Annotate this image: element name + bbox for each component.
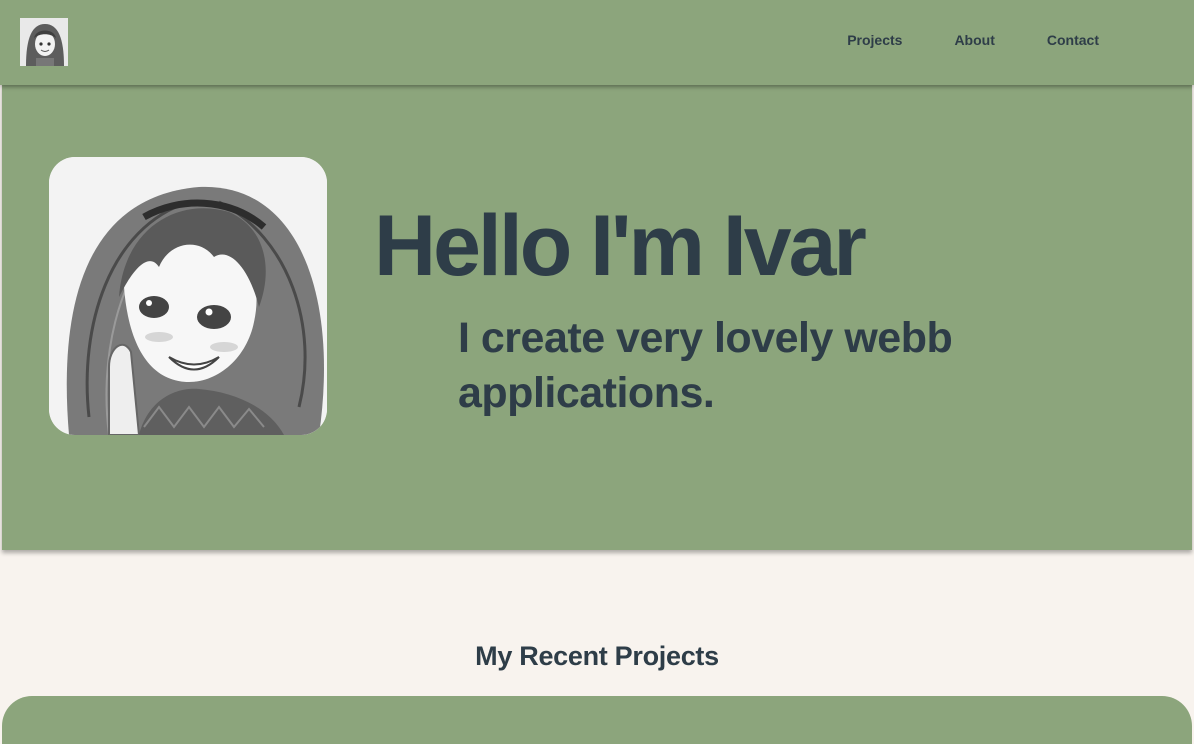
hero-title: Hello I'm Ivar [374,198,867,294]
nav-link-about[interactable]: About [954,32,994,48]
nav-links: Projects About Contact [795,32,1099,48]
project-card[interactable] [2,696,1192,744]
nav-link-projects[interactable]: Projects [847,32,902,48]
hero-subtitle: I create very lovely webb applications. [458,314,953,417]
projects-section-title: My Recent Projects [475,641,719,671]
portfolio-page: Projects About Contact Hello I'm Ivar I … [0,0,1194,744]
anime-girl-portrait-icon [49,157,327,435]
nav-link-contact[interactable]: Contact [1047,32,1099,48]
hero-section: Hello I'm Ivar I create very lovely webb… [2,85,1192,550]
navbar: Projects About Contact [0,0,1194,85]
logo-avatar[interactable] [20,18,68,66]
hero-avatar [49,157,327,435]
avatar-thumbnail-icon [20,18,68,66]
